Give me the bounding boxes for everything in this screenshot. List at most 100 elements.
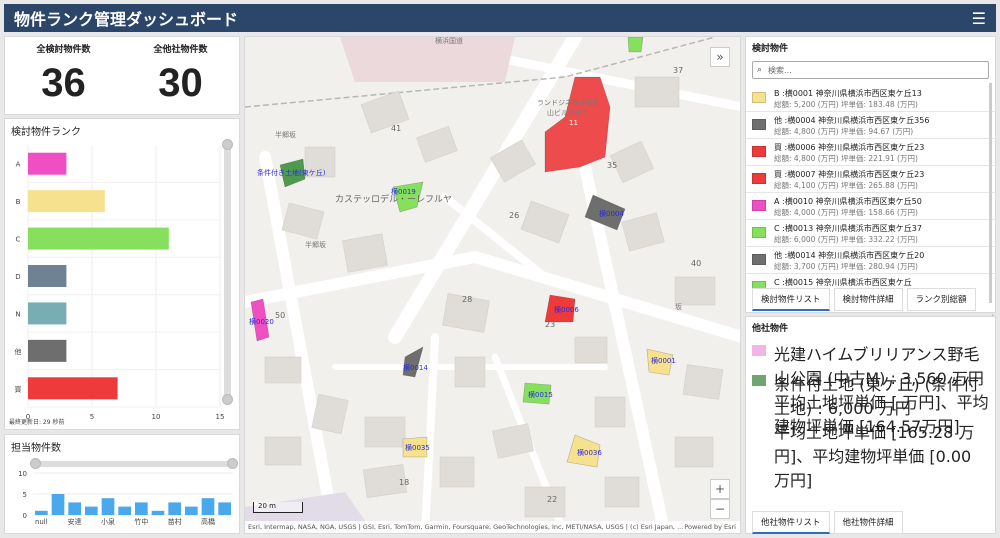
search-icon: ⌕ <box>757 65 763 75</box>
list-item[interactable]: 他 :横0004 神奈川県横浜市西区東ケ丘356 総額: 4,800 (万円) 坪… <box>746 112 995 139</box>
list-item-title: 他 :横0004 神奈川県横浜市西区東ケ丘356 <box>774 116 930 125</box>
y-tick-label: D <box>15 273 20 281</box>
x-tick-label: 小泉 <box>101 517 115 526</box>
tab-competitor-list[interactable]: 他社物件リスト <box>752 511 830 534</box>
list-item[interactable]: 他 :横0014 神奈川県横浜市西区東ケ丘20 総額: 3,700 (万円) 坪単… <box>746 247 995 274</box>
list-item[interactable]: C :横0015 神奈川県横浜市西区東ケ丘 <box>746 274 995 289</box>
list-item-title: C :横0015 神奈川県横浜市西区東ケ丘 <box>774 278 912 287</box>
map-marker-label[interactable]: 横0014 <box>403 363 428 372</box>
list-item-text: A :横0010 神奈川県横浜市西区東ケ丘50 総額: 4,000 (万円) 坪単… <box>774 196 922 218</box>
map-marker-label[interactable]: 横0006 <box>554 305 579 314</box>
landuse-area <box>340 37 515 82</box>
list-item-subtitle: 総額: 3,700 (万円) 坪単価: 280.94 (万円) <box>774 262 918 271</box>
competitor-list: 光建ハイムブリリアンス野毛山公園 (中古M) : 3,560 万円 平均土地坪単価… <box>746 338 995 490</box>
map-canvas[interactable]: 41 35 37 26 28 23 40 50 18 22 カステッロデル・ーレ… <box>245 37 741 534</box>
rank-swatch-icon <box>752 146 766 157</box>
map-marker-label[interactable]: 横0001 <box>651 356 676 365</box>
map-marker-label[interactable]: 横0004 <box>599 209 624 218</box>
scroll-handle-top[interactable] <box>222 139 233 150</box>
rank-chart-scrollbar[interactable] <box>222 139 233 405</box>
y-tick-label: 5 <box>23 491 27 499</box>
kpi-panel: 全検討物件数 36 全他社物件数 30 <box>4 36 240 115</box>
list-item[interactable]: A :横0010 神奈川県横浜市西区東ケ丘50 総額: 4,000 (万円) 坪単… <box>746 193 995 220</box>
y-tick-label: 他 <box>15 347 22 356</box>
search-input[interactable]: ⌕ 検索... <box>752 61 989 79</box>
list-item-title: 買 :横0006 神奈川県横浜市西区東ケ丘23 <box>774 143 925 152</box>
bar <box>118 506 131 515</box>
bar-B <box>28 190 105 213</box>
list-item[interactable]: 光建ハイムブリリアンス野毛山公園 (中古M) : 3,560 万円 平均土地坪単価… <box>746 338 995 436</box>
list-item[interactable]: 条件付土地 (東ケ丘) (条件付土地) : 6,000 万円平均土地坪単価 [1… <box>746 368 995 490</box>
map-number: 41 <box>391 124 401 133</box>
kpi-total-label: 全検討物件数 <box>36 45 91 55</box>
list-item-subtitle: 総額: 5,200 (万円) 坪単価: 183.48 (万円) <box>774 100 918 109</box>
x-tick-label: 5 <box>90 413 94 421</box>
bar <box>135 502 148 515</box>
rank-swatch-icon <box>752 254 766 265</box>
list-item-title: A :横0010 神奈川県横浜市西区東ケ丘50 <box>774 197 922 206</box>
search-placeholder: 検索... <box>768 65 792 75</box>
parcel-gray[interactable] <box>402 346 424 378</box>
range-handle-right[interactable] <box>227 458 238 469</box>
hamburger-icon[interactable]: ☰ <box>972 9 986 28</box>
list-item[interactable]: B :横0001 神奈川県横浜市西区東ケ丘13 総額: 5,200 (万円) 坪単… <box>746 85 995 112</box>
list-item-subtitle: 平均土地坪単価 [165.28 万円]、平均建物坪単価 [0.00 万円] <box>774 423 975 490</box>
list-item[interactable]: 買 :横0007 神奈川県横浜市西区東ケ丘23 総額: 4,100 (万円) 坪単… <box>746 166 995 193</box>
map-number: 23 <box>545 320 555 329</box>
list-item-text: 買 :横0007 神奈川県横浜市西区東ケ丘23 総額: 4,100 (万円) 坪単… <box>774 169 924 191</box>
powered-by-esri[interactable]: Powered by Esri <box>684 523 736 531</box>
x-tick-label: 高橋 <box>201 517 215 526</box>
map-marker-label[interactable]: 横0036 <box>577 448 602 457</box>
map-marker-label[interactable]: 横0020 <box>249 317 274 326</box>
x-tick-label: 10 <box>152 413 161 421</box>
counts-chart-title: 担当物件数 <box>11 443 61 454</box>
range-handle-left[interactable] <box>30 458 41 469</box>
tab-competitor-detail[interactable]: 他社物件詳細 <box>833 511 903 534</box>
list-item-text: 光建ハイムブリリアンス野毛山公園 (中古M) : 3,560 万円 平均土地坪単価… <box>774 341 991 436</box>
x-tick-label: 安達 <box>68 517 82 526</box>
map-street-label: 半郷坂 <box>305 240 326 249</box>
bar <box>218 502 231 515</box>
parcel-green[interactable] <box>627 37 644 53</box>
counts-chart-panel: 0 5 10 null 安達 小泉 竹中 苗村 高橋 担当物件数 <box>4 434 240 534</box>
x-tick-label: 苗村 <box>168 517 182 526</box>
list-scrollbar[interactable] <box>989 83 992 303</box>
map-number: 26 <box>509 211 519 220</box>
map-view[interactable]: 41 35 37 26 28 23 40 50 18 22 カステッロデル・ーレ… <box>244 36 741 534</box>
kpi-total: 全検討物件数 36 <box>5 37 122 114</box>
rank-swatch-icon <box>752 375 766 386</box>
rank-swatch-icon <box>752 92 766 103</box>
list-item-text: 他 :横0014 神奈川県横浜市西区東ケ丘20 総額: 3,700 (万円) 坪単… <box>774 250 924 272</box>
list-item-subtitle: 総額: 4,800 (万円) 坪単価: 94.67 (万円) <box>774 127 914 136</box>
list-item-title: 条件付土地 (東ケ丘) (条件付土地) : 6,000 万円 <box>774 375 979 418</box>
rank-swatch-icon <box>752 173 766 184</box>
tab-candidate-list[interactable]: 検討物件リスト <box>752 288 830 311</box>
map-marker-label[interactable]: 横0035 <box>405 443 430 452</box>
rank-chart-title: 検討物件ランク <box>11 127 81 138</box>
map-marker-label[interactable]: 横0015 <box>528 390 553 399</box>
zoom-out-button[interactable]: − <box>710 499 730 519</box>
collapse-icon[interactable]: » <box>710 47 730 67</box>
scroll-handle-bottom[interactable] <box>222 394 233 405</box>
candidate-list-title: 検討物件 <box>752 44 789 54</box>
list-item[interactable]: 買 :横0006 神奈川県横浜市西区東ケ丘23 総額: 4,800 (万円) 坪単… <box>746 139 995 166</box>
last-updated: 最終更新日: 29 秒前 <box>9 419 65 426</box>
tab-rank-total[interactable]: ランク別総額 <box>906 288 976 311</box>
kpi-other-label: 全他社物件数 <box>153 45 208 55</box>
list-item-text: C :横0015 神奈川県横浜市西区東ケ丘 <box>774 277 912 288</box>
map-building-label: 山ビルステラ <box>547 108 589 117</box>
counts-chart-range-slider[interactable] <box>30 458 238 469</box>
competitor-tabs: 他社物件リスト 他社物件詳細 <box>752 511 903 534</box>
map-marker-label[interactable]: 横0019 <box>391 187 416 196</box>
y-tick-label: 10 <box>18 470 27 478</box>
zoom-in-button[interactable]: + <box>710 479 730 499</box>
list-item[interactable]: C :横0013 神奈川県横浜市西区東ケ丘37 総額: 6,000 (万円) 坪単… <box>746 220 995 247</box>
scale-bar: 20 m <box>253 502 303 513</box>
competitor-list-title: 他社物件 <box>752 324 789 334</box>
tab-candidate-detail[interactable]: 検討物件詳細 <box>833 288 903 311</box>
bar <box>185 506 198 515</box>
map-number: 28 <box>462 295 472 304</box>
bar-C <box>28 227 169 250</box>
rank-swatch-icon <box>752 200 766 211</box>
map-number: 18 <box>399 478 409 487</box>
